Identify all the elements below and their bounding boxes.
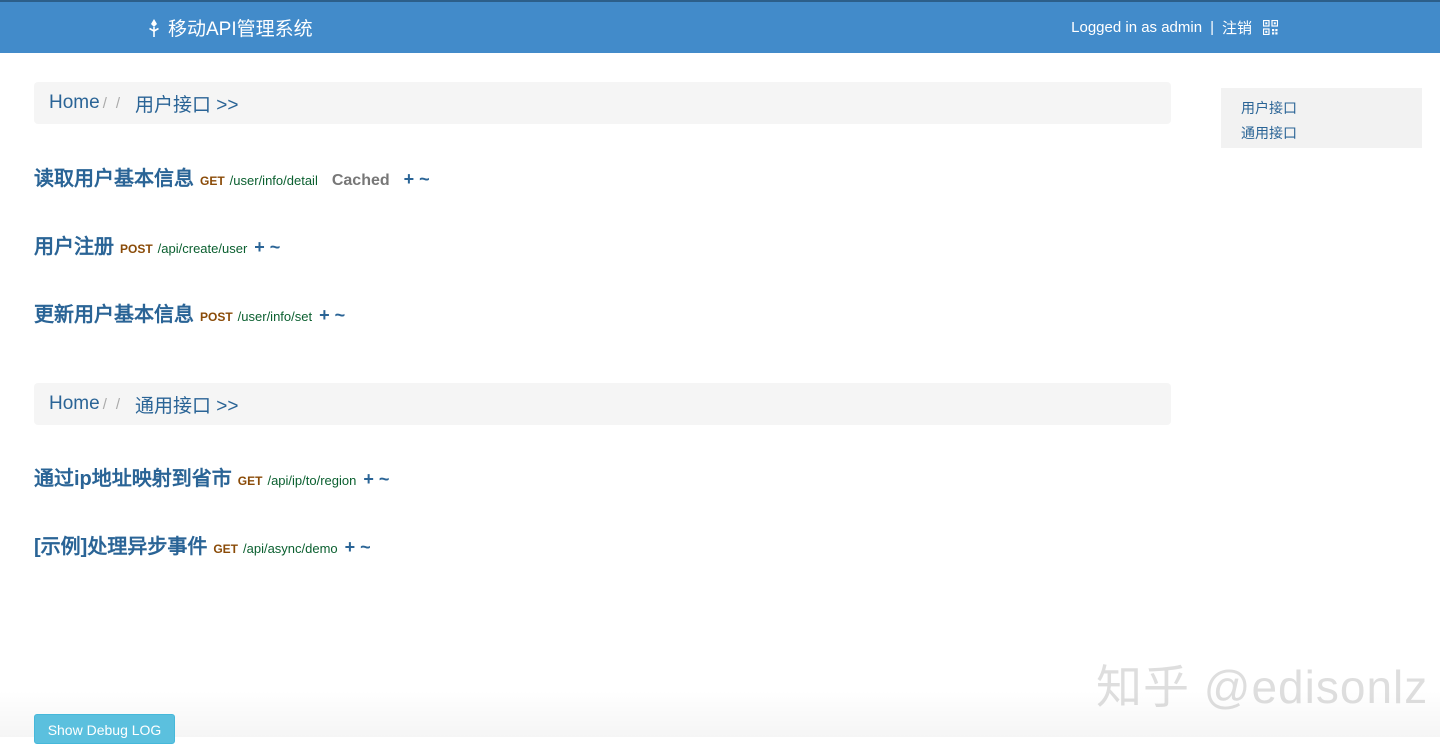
breadcrumb-current-link[interactable]: 用户接口 >> bbox=[135, 90, 238, 117]
bottom-shadow bbox=[0, 690, 1440, 737]
api-row-user-info-set: 更新用户基本信息 POST /user/info/set + ~ bbox=[34, 298, 345, 326]
api-path: /api/ip/to/region bbox=[267, 473, 357, 488]
api-method-badge: POST bbox=[200, 310, 233, 324]
api-path: /user/info/set bbox=[237, 309, 313, 324]
api-row-async-demo: [示例]处理异步事件 GET /api/async/demo + ~ bbox=[34, 530, 371, 558]
show-debug-log-button[interactable]: Show Debug LOG bbox=[34, 714, 175, 744]
api-title-link[interactable]: 更新用户基本信息 bbox=[34, 298, 194, 327]
breadcrumb-separator: / bbox=[102, 395, 107, 413]
app-title: 移动API管理系统 bbox=[168, 19, 313, 40]
api-actions-toggle[interactable]: + ~ bbox=[345, 537, 371, 558]
api-row-user-info-detail: 读取用户基本信息 GET /user/info/detail Cached + … bbox=[34, 162, 430, 190]
api-title-link[interactable]: 通过ip地址映射到省市 bbox=[34, 462, 232, 491]
side-nav-item-user-api[interactable]: 用户接口 bbox=[1241, 96, 1422, 121]
brand-link[interactable]: 移动API管理系统 bbox=[147, 2, 313, 53]
api-actions-toggle[interactable]: + ~ bbox=[363, 469, 389, 490]
api-method-badge: GET bbox=[200, 174, 225, 188]
breadcrumb-common-api: Home / / 通用接口 >> bbox=[34, 383, 1171, 425]
qrcode-icon[interactable] bbox=[1263, 20, 1278, 35]
logged-in-text: Logged in as admin bbox=[1071, 19, 1203, 36]
breadcrumb-current-link[interactable]: 通用接口 >> bbox=[135, 391, 238, 418]
logout-link[interactable]: 注销 bbox=[1222, 17, 1252, 38]
api-row-create-user: 用户注册 POST /api/create/user + ~ bbox=[34, 230, 280, 258]
breadcrumb-separator: / bbox=[115, 94, 121, 112]
api-title-link[interactable]: 读取用户基本信息 bbox=[34, 162, 194, 191]
api-title-link[interactable]: [示例]处理异步事件 bbox=[34, 530, 207, 559]
user-area: Logged in as admin | 注销 bbox=[1071, 2, 1278, 53]
api-method-badge: POST bbox=[120, 242, 153, 256]
user-separator: | bbox=[1210, 19, 1214, 36]
breadcrumb-home-link[interactable]: Home bbox=[49, 393, 100, 415]
api-actions-toggle[interactable]: + ~ bbox=[404, 169, 430, 190]
side-nav: 用户接口 通用接口 bbox=[1221, 88, 1422, 148]
api-actions-toggle[interactable]: + ~ bbox=[319, 305, 345, 326]
api-method-badge: GET bbox=[237, 474, 263, 488]
breadcrumb-user-api: Home / / 用户接口 >> bbox=[34, 82, 1171, 124]
api-actions-toggle[interactable]: + ~ bbox=[254, 237, 280, 258]
breadcrumb-separator: / bbox=[115, 395, 121, 413]
api-title-link[interactable]: 用户注册 bbox=[34, 230, 114, 259]
breadcrumb-separator: / bbox=[102, 94, 107, 112]
top-navbar: 移动API管理系统 Logged in as admin | 注销 bbox=[0, 0, 1440, 53]
side-nav-item-common-api[interactable]: 通用接口 bbox=[1241, 121, 1422, 146]
api-path: /user/info/detail bbox=[229, 173, 318, 188]
leaf-icon bbox=[149, 18, 159, 37]
api-row-ip-to-region: 通过ip地址映射到省市 GET /api/ip/to/region + ~ bbox=[34, 462, 389, 490]
api-path: /api/create/user bbox=[157, 241, 248, 256]
breadcrumb-home-link[interactable]: Home bbox=[49, 92, 100, 114]
api-path: /api/async/demo bbox=[243, 541, 338, 556]
cached-label: Cached bbox=[331, 172, 390, 189]
api-method-badge: GET bbox=[213, 542, 238, 556]
